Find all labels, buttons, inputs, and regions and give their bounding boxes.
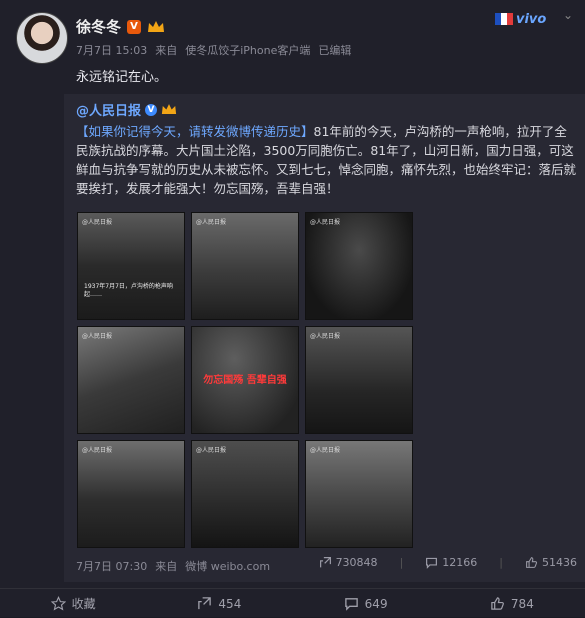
flag-icon (495, 13, 513, 25)
image-thumb-5[interactable]: 勿忘国殇 吾辈自强 (191, 326, 299, 434)
watermark: @人民日报 (310, 447, 341, 454)
watermark: @人民日报 (196, 219, 227, 226)
repost-author[interactable]: @人民日报 (76, 100, 141, 119)
source-prefix: 来自 (155, 44, 178, 57)
thumbs-up-icon (526, 557, 538, 568)
post-meta: 7月7日 15:03 来自 使冬瓜饺子iPhone客户端 已编辑 (76, 42, 351, 58)
weibo-post: 徐冬冬 V 7月7日 15:03 来自 使冬瓜饺子iPhone客户端 已编辑 v… (0, 0, 585, 617)
image-thumb-4[interactable]: @人民日报 (77, 326, 185, 434)
watermark: @人民日报 (82, 447, 113, 454)
post-source[interactable]: 使冬瓜饺子iPhone客户端 (185, 42, 310, 58)
like-count: 784 (510, 596, 534, 611)
edited-status: 已编辑 (318, 44, 352, 57)
comment-button[interactable]: 649 (293, 589, 439, 618)
watermark: @人民日报 (82, 219, 113, 226)
repost-button[interactable]: 454 (146, 589, 292, 618)
repost-comment-value: 12166 (442, 556, 478, 569)
author-row: 徐冬冬 V (76, 16, 165, 37)
crown-badge-icon (148, 20, 165, 32)
source-prefix: 来自 (155, 560, 178, 573)
chevron-down-icon[interactable]: ⌄ (563, 8, 573, 22)
repost-count: 454 (218, 596, 242, 611)
watermark: @人民日报 (196, 447, 227, 454)
repost-card: @人民日报 V 【如果你记得今天，请转发微博传递历史】81年前的今天，卢沟桥的一… (64, 94, 585, 582)
star-icon (50, 596, 66, 611)
vivo-label: vivo (516, 11, 547, 27)
author-name[interactable]: 徐冬冬 (76, 16, 121, 37)
repost-hashtag[interactable]: 【如果你记得今天，请转发微博传递历史】 (76, 124, 314, 139)
share-icon (319, 557, 331, 568)
repost-share-count[interactable]: 730848 (319, 556, 378, 569)
repost-date[interactable]: 7月7日 07:30 (76, 558, 147, 574)
image-thumb-7[interactable]: @人民日报 (77, 440, 185, 548)
thumbs-up-icon (491, 597, 504, 610)
comment-count: 649 (364, 596, 388, 611)
avatar[interactable] (16, 12, 68, 64)
repost-like-count[interactable]: 51436 (525, 556, 577, 569)
divider: | (399, 556, 404, 569)
share-icon (198, 597, 212, 610)
comment-icon (344, 598, 358, 611)
post-text: 永远铭记在心。 (76, 70, 168, 85)
image-caption: 1937年7月7日，卢沟桥的枪声响起…… (84, 283, 173, 298)
favorite-label: 收藏 (71, 597, 96, 611)
comment-icon (426, 557, 438, 569)
divider: | (499, 556, 503, 569)
vivo-badge: vivo (495, 8, 557, 30)
image-thumb-1[interactable]: @人民日报 1937年7月7日，卢沟桥的枪声响起…… (77, 212, 185, 320)
verified-badge-icon: V (127, 19, 142, 34)
repost-author-row: @人民日报 V (76, 100, 177, 119)
like-button[interactable]: 784 (439, 589, 585, 618)
image-slogan: 勿忘国殇 吾辈自强 (203, 375, 287, 386)
image-thumb-3[interactable]: @人民日报 (305, 212, 413, 320)
action-bar: 收藏 454 649 784 (0, 588, 585, 618)
watermark: @人民日报 (310, 333, 341, 340)
watermark: @人民日报 (310, 219, 341, 226)
image-thumb-2[interactable]: @人民日报 (191, 212, 299, 320)
repost-like-value: 51436 (542, 556, 577, 569)
favorite-button[interactable]: 收藏 (0, 589, 146, 618)
repost-comment-count[interactable]: 12166 (425, 556, 477, 569)
image-thumb-9[interactable]: @人民日报 (305, 440, 413, 548)
watermark: @人民日报 (82, 333, 113, 340)
post-date[interactable]: 7月7日 15:03 (76, 42, 147, 58)
verified-badge-icon: V (145, 103, 158, 116)
image-thumb-8[interactable]: @人民日报 (191, 440, 299, 548)
crown-badge-icon (161, 104, 177, 114)
image-thumb-6[interactable]: @人民日报 (305, 326, 413, 434)
repost-stats: 730848 | 12166 | 51436 (319, 556, 577, 569)
repost-text: 【如果你记得今天，请转发微博传递历史】81年前的今天，卢沟桥的一声枪响，拉开了全… (76, 122, 576, 198)
repost-source[interactable]: 微博 weibo.com (185, 558, 270, 574)
repost-share-value: 730848 (335, 556, 378, 569)
repost-meta: 7月7日 07:30 来自 微博 weibo.com (76, 558, 270, 574)
